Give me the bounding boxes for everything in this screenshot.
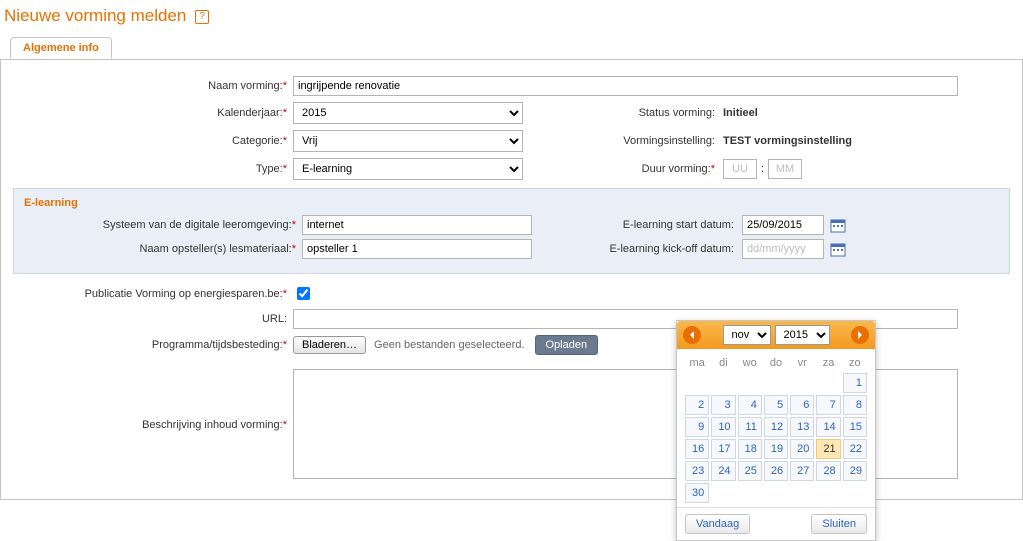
datepicker-close-button[interactable]: Sluiten xyxy=(811,514,867,534)
datepicker-month-select[interactable]: nov xyxy=(723,325,771,345)
label-publicatie: Publicatie Vorming op energiesparen.be:* xyxy=(13,288,293,300)
datepicker-next-button[interactable] xyxy=(851,326,869,344)
calendar-icon[interactable] xyxy=(830,217,846,233)
datepicker-popup: nov 2015 madiwodovrzazo 1234567891011121… xyxy=(676,320,876,541)
datepicker-day[interactable]: 2 xyxy=(685,395,709,415)
elearning-section: E-learning Systeem van de digitale leero… xyxy=(13,188,1010,274)
status-vorming-value: Initieel xyxy=(723,107,758,119)
datepicker-day[interactable]: 20 xyxy=(790,439,814,459)
datepicker-weekday: wo xyxy=(738,355,762,371)
help-icon[interactable]: ? xyxy=(195,10,209,24)
datepicker-day[interactable]: 4 xyxy=(738,395,762,415)
datepicker-day[interactable]: 9 xyxy=(685,417,709,437)
datepicker-day[interactable]: 27 xyxy=(790,461,814,481)
datepicker-weekday: vr xyxy=(790,355,814,371)
systeem-digitale-input[interactable] xyxy=(302,215,532,235)
label-kalenderjaar: Kalenderjaar:* xyxy=(13,107,293,119)
datepicker-day[interactable]: 7 xyxy=(816,395,840,415)
page-title: Nieuwe vorming melden xyxy=(4,6,186,25)
label-programma: Programma/tijdsbesteding:* xyxy=(13,339,293,351)
naam-vorming-input[interactable] xyxy=(293,76,958,96)
datepicker-weekday: di xyxy=(711,355,735,371)
datepicker-weekday: za xyxy=(816,355,840,371)
datepicker-weekday: ma xyxy=(685,355,709,371)
datepicker-day[interactable]: 8 xyxy=(843,395,867,415)
datepicker-day[interactable]: 18 xyxy=(738,439,762,459)
label-el-start: E-learning start datum: xyxy=(572,219,742,231)
label-categorie: Categorie:* xyxy=(13,135,293,147)
label-beschrijving: Beschrijving inhoud vorming:* xyxy=(13,369,293,431)
datepicker-weekday: zo xyxy=(843,355,867,371)
label-url: URL: xyxy=(13,313,293,325)
datepicker-day[interactable]: 5 xyxy=(764,395,788,415)
calendar-icon[interactable] xyxy=(830,241,846,257)
upload-button[interactable]: Opladen xyxy=(535,335,599,355)
kalenderjaar-select[interactable]: 2015 xyxy=(293,102,523,124)
label-status-vorming: Status vorming: xyxy=(563,107,723,119)
file-status-text: Geen bestanden geselecteerd. xyxy=(374,339,524,351)
el-start-date-input[interactable] xyxy=(742,215,824,235)
label-el-kickoff: E-learning kick-off datum: xyxy=(572,243,742,255)
datepicker-day[interactable]: 25 xyxy=(738,461,762,481)
datepicker-day[interactable]: 10 xyxy=(711,417,735,437)
datepicker-year-select[interactable]: 2015 xyxy=(775,325,830,345)
datepicker-day[interactable]: 29 xyxy=(843,461,867,481)
datepicker-day[interactable]: 24 xyxy=(711,461,735,481)
duur-separator: : xyxy=(761,163,764,175)
duur-mm-input[interactable] xyxy=(768,159,802,179)
datepicker-day[interactable]: 1 xyxy=(843,373,867,393)
naam-opsteller-input[interactable] xyxy=(302,239,532,259)
datepicker-day[interactable]: 12 xyxy=(764,417,788,437)
el-kickoff-date-input[interactable] xyxy=(742,239,824,259)
vormingsinstelling-value: TEST vormingsinstelling xyxy=(723,135,852,147)
form-panel: Naam vorming:* Kalenderjaar:* 2015 Statu… xyxy=(0,60,1023,500)
categorie-select[interactable]: Vrij xyxy=(293,130,523,152)
publicatie-checkbox[interactable] xyxy=(297,287,310,300)
datepicker-day[interactable]: 23 xyxy=(685,461,709,481)
label-type: Type:* xyxy=(13,163,293,175)
datepicker-today-button[interactable]: Vandaag xyxy=(685,514,750,534)
datepicker-prev-button[interactable] xyxy=(683,326,701,344)
label-naam-vorming: Naam vorming:* xyxy=(13,80,293,92)
tab-algemene-info[interactable]: Algemene info xyxy=(10,37,112,59)
datepicker-day[interactable]: 14 xyxy=(816,417,840,437)
datepicker-day[interactable]: 15 xyxy=(843,417,867,437)
label-duur-vorming: Duur vorming:* xyxy=(563,163,723,175)
type-select[interactable]: E-learning xyxy=(293,158,523,180)
browse-button[interactable]: Bladeren… xyxy=(293,336,366,354)
tabbar: Algemene info xyxy=(0,36,1023,60)
datepicker-weekday: do xyxy=(764,355,788,371)
datepicker-day[interactable]: 22 xyxy=(843,439,867,459)
label-vormingsinstelling: Vormingsinstelling: xyxy=(563,135,723,147)
datepicker-day[interactable]: 11 xyxy=(738,417,762,437)
datepicker-day[interactable]: 3 xyxy=(711,395,735,415)
label-naam-opsteller: Naam opsteller(s) lesmateriaal:* xyxy=(22,243,302,255)
datepicker-day[interactable]: 19 xyxy=(764,439,788,459)
datepicker-day[interactable]: 13 xyxy=(790,417,814,437)
datepicker-day[interactable]: 6 xyxy=(790,395,814,415)
elearning-section-title: E-learning xyxy=(24,197,1001,209)
datepicker-day[interactable]: 16 xyxy=(685,439,709,459)
datepicker-day[interactable]: 30 xyxy=(685,483,709,503)
datepicker-day[interactable]: 28 xyxy=(816,461,840,481)
datepicker-day[interactable]: 17 xyxy=(711,439,735,459)
label-systeem-digitale: Systeem van de digitale leeromgeving:* xyxy=(22,219,302,231)
duur-uu-input[interactable] xyxy=(723,159,757,179)
datepicker-day[interactable]: 26 xyxy=(764,461,788,481)
datepicker-day[interactable]: 21 xyxy=(816,439,840,459)
